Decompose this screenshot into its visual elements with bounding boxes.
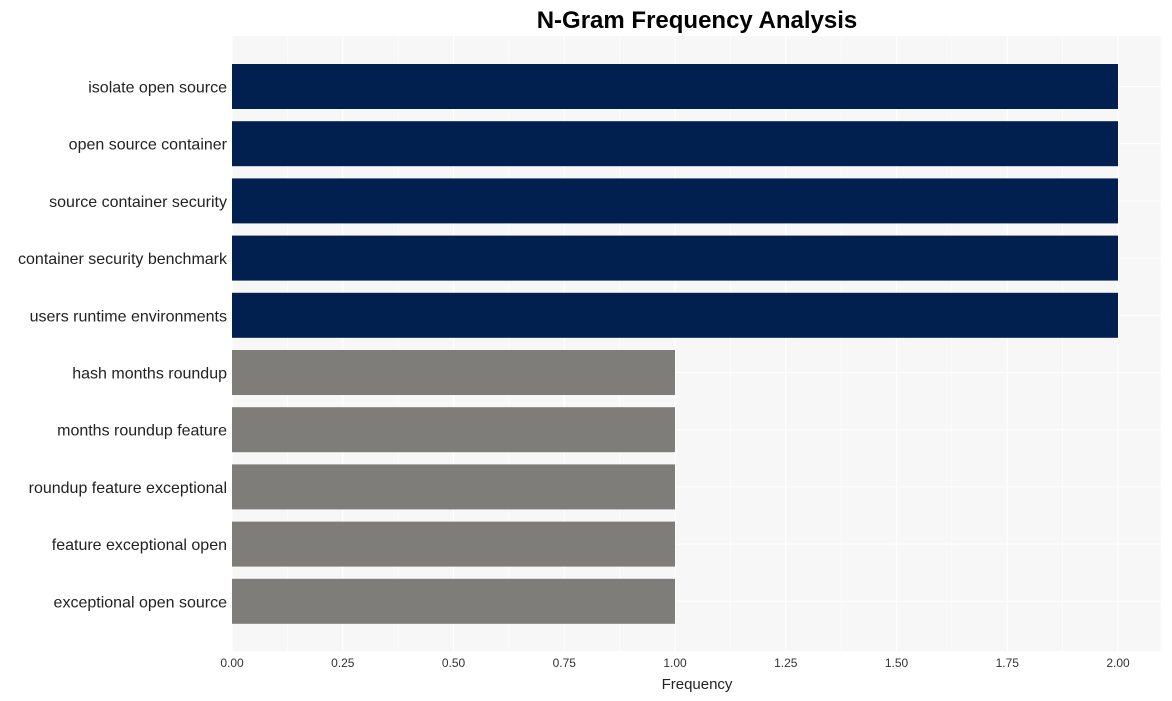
y-tick-label: hash months roundup <box>72 366 227 383</box>
y-tick-label: months roundup feature <box>57 423 227 440</box>
y-tick-label: exceptional open source <box>54 594 228 611</box>
y-tick-label: container security benchmark <box>18 251 228 268</box>
x-axis-ticks: 0.00 0.25 0.50 0.75 1.00 1.25 1.50 1.75 2.00 <box>220 656 1130 670</box>
x-tick-label: 0.50 <box>442 656 466 670</box>
x-tick-label: 1.00 <box>663 656 687 670</box>
x-tick-label: 2.00 <box>1106 656 1130 670</box>
bar <box>232 350 675 395</box>
y-tick-label: users runtime environments <box>30 308 227 325</box>
y-tick-label: roundup feature exceptional <box>29 480 227 497</box>
y-tick-label: source container security <box>49 194 227 211</box>
x-axis-label: Frequency <box>662 676 733 693</box>
x-tick-label: 1.75 <box>996 656 1020 670</box>
y-axis-labels: isolate open source open source container… <box>18 80 228 612</box>
bar <box>232 292 1118 338</box>
ngram-bar-chart: isolate open source open source container… <box>18 7 1161 693</box>
bar <box>232 407 675 453</box>
bar <box>232 178 1118 224</box>
bar <box>232 464 675 510</box>
x-tick-label: 0.25 <box>331 656 355 670</box>
bar <box>232 64 1118 109</box>
chart-title: N-Gram Frequency Analysis <box>537 7 858 34</box>
x-tick-label: 0.75 <box>553 656 577 670</box>
x-tick-label: 1.50 <box>885 656 909 670</box>
y-tick-label: open source container <box>69 137 228 154</box>
bar <box>232 578 675 624</box>
y-tick-label: isolate open source <box>88 80 227 97</box>
y-tick-label: feature exceptional open <box>52 537 227 554</box>
x-tick-label: 0.00 <box>220 656 244 670</box>
x-tick-label: 1.25 <box>774 656 798 670</box>
bar <box>232 121 1118 167</box>
bar <box>232 235 1118 281</box>
bar <box>232 521 675 567</box>
